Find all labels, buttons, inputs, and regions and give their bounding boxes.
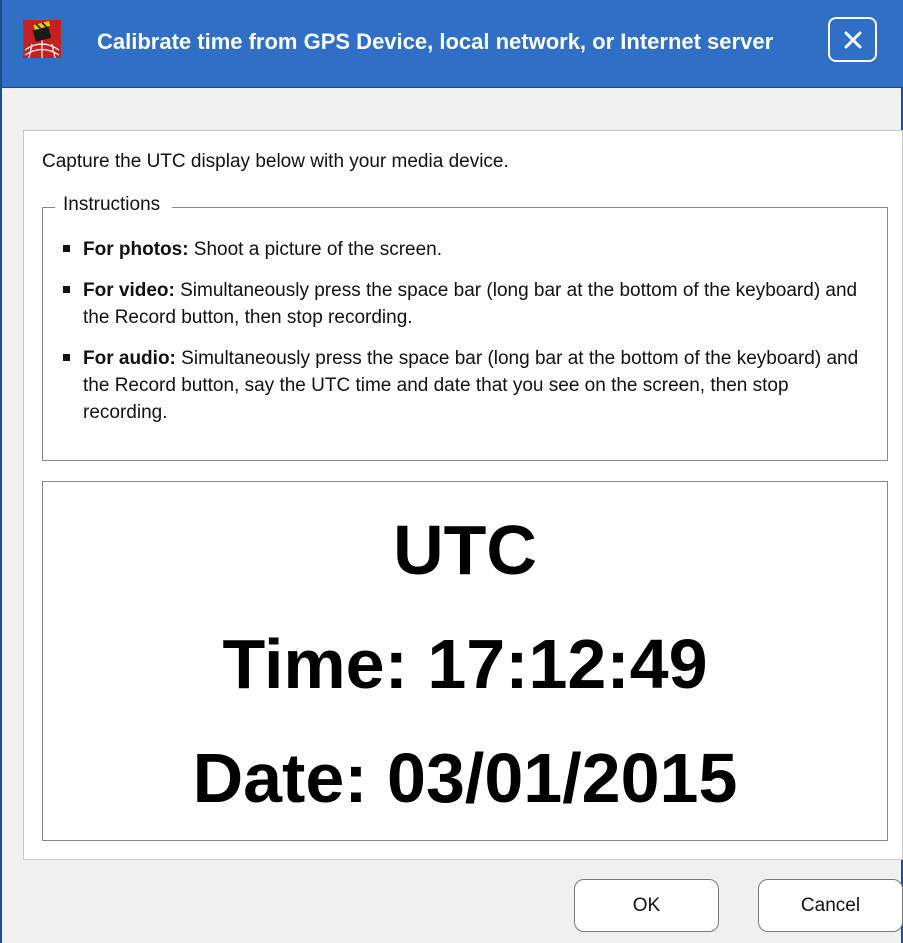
instruction-photos: For photos: Shoot a picture of the scree… <box>43 236 883 263</box>
close-button[interactable] <box>828 17 877 62</box>
utc-date: Date: 03/01/2015 <box>192 739 738 817</box>
ok-button[interactable]: OK <box>574 879 719 932</box>
instruction-label: For audio: <box>83 348 176 369</box>
instructions-group: Instructions For photos: Shoot a picture… <box>42 194 888 461</box>
instruction-video: For video: Simultaneously press the spac… <box>43 277 883 331</box>
instruction-audio: For audio: Simultaneously press the spac… <box>43 345 883 426</box>
instruction-text: Simultaneously press the space bar (long… <box>83 348 859 423</box>
utc-display: UTC Time: 17:12:49 Date: 03/01/2015 <box>42 481 888 841</box>
film-clapper-globe-icon <box>23 20 61 59</box>
content-panel: Capture the UTC display below with your … <box>23 130 903 860</box>
instruction-text: Shoot a picture of the screen. <box>188 239 443 260</box>
intro-text: Capture the UTC display below with your … <box>42 151 509 172</box>
instruction-label: For video: <box>83 280 175 301</box>
utc-time: Time: 17:12:49 <box>222 625 708 703</box>
title-bar[interactable]: Calibrate time from GPS Device, local ne… <box>2 0 903 88</box>
close-icon <box>844 31 861 48</box>
bullet-icon <box>63 354 70 361</box>
bullet-icon <box>63 286 70 293</box>
instructions-list: For photos: Shoot a picture of the scree… <box>43 236 883 440</box>
cancel-button[interactable]: Cancel <box>758 879 903 932</box>
instructions-legend: Instructions <box>55 194 173 216</box>
utc-heading: UTC <box>393 511 537 589</box>
bullet-icon <box>63 245 70 252</box>
calibrate-time-dialog: Calibrate time from GPS Device, local ne… <box>0 0 903 943</box>
instruction-label: For photos: <box>83 239 189 260</box>
window-title: Calibrate time from GPS Device, local ne… <box>97 29 774 54</box>
instruction-text: Simultaneously press the space bar (long… <box>83 280 858 328</box>
